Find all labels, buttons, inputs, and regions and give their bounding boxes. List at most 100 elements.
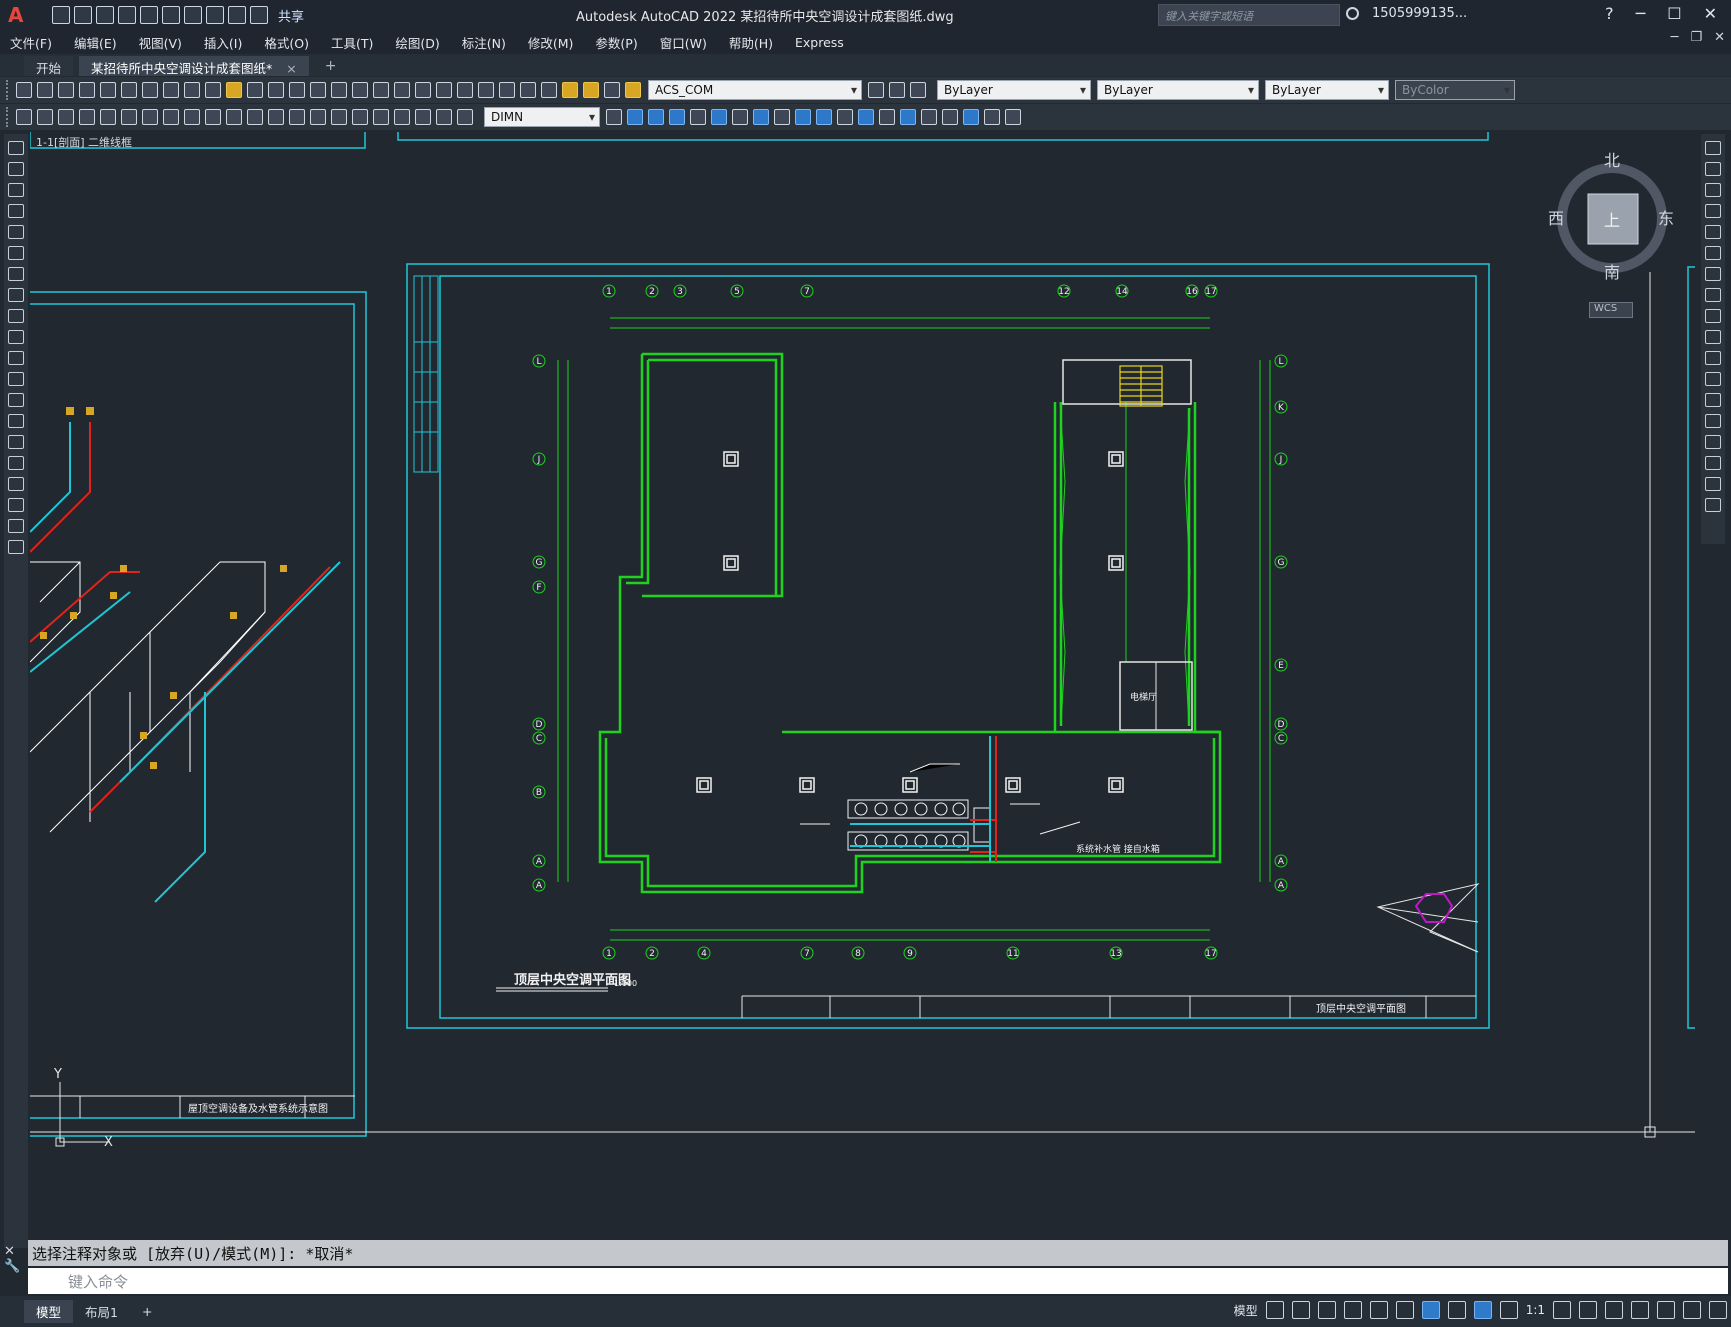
isodraft-icon[interactable] bbox=[1369, 1301, 1388, 1319]
chamfer-icon[interactable] bbox=[900, 109, 916, 125]
menu-express[interactable]: Express bbox=[785, 35, 856, 50]
array-icon[interactable] bbox=[1705, 225, 1721, 239]
match-properties-icon[interactable] bbox=[226, 82, 242, 98]
redo-icon[interactable] bbox=[228, 6, 246, 24]
layer-previous-icon[interactable] bbox=[889, 82, 905, 98]
move-icon[interactable] bbox=[1705, 246, 1721, 260]
dim-jogged-icon[interactable] bbox=[184, 109, 200, 125]
ellipse-icon[interactable] bbox=[8, 330, 24, 344]
join-icon[interactable] bbox=[879, 109, 895, 125]
customization-menu-icon[interactable] bbox=[1709, 1301, 1727, 1319]
annotation-monitor-icon[interactable] bbox=[1579, 1301, 1597, 1319]
circle-icon[interactable] bbox=[8, 267, 24, 281]
command-input[interactable]: 键入命令 bbox=[28, 1268, 1728, 1294]
make-block-icon[interactable] bbox=[8, 393, 24, 407]
save-web-icon[interactable] bbox=[162, 6, 180, 24]
help-icon[interactable] bbox=[520, 82, 536, 98]
dim-ordinate-icon[interactable] bbox=[142, 109, 158, 125]
toolbar-grip[interactable] bbox=[6, 107, 10, 127]
color-dropdown[interactable]: ByLayer bbox=[937, 80, 1091, 100]
menu-window[interactable]: 窗口(W) bbox=[650, 33, 719, 52]
rectangle-icon[interactable] bbox=[8, 225, 24, 239]
layer-dropdown[interactable]: ACS_COM bbox=[648, 80, 862, 100]
break-point-icon[interactable] bbox=[1705, 372, 1721, 386]
object-snap-icon[interactable] bbox=[1421, 1301, 1440, 1319]
menu-help[interactable]: 帮助(H) bbox=[719, 33, 785, 52]
dim-diameter-icon[interactable] bbox=[205, 109, 221, 125]
scale-icon[interactable] bbox=[1705, 288, 1721, 302]
layer-properties-icon[interactable] bbox=[541, 82, 557, 98]
offset-icon[interactable] bbox=[690, 109, 706, 125]
isolate-objects-icon[interactable] bbox=[1657, 1301, 1675, 1319]
spline-icon[interactable] bbox=[8, 309, 24, 323]
menu-dimension[interactable]: 标注(N) bbox=[452, 33, 518, 52]
polygon-icon[interactable] bbox=[8, 204, 24, 218]
open-web-icon[interactable] bbox=[140, 6, 158, 24]
quick-properties-icon[interactable] bbox=[1631, 1301, 1649, 1319]
redo-icon[interactable] bbox=[289, 82, 305, 98]
explode-icon[interactable] bbox=[1705, 498, 1721, 512]
layer-on-icon[interactable] bbox=[562, 82, 578, 98]
inspection-icon[interactable] bbox=[394, 109, 410, 125]
auto-scale-icon[interactable] bbox=[1499, 1301, 1518, 1319]
doc-restore-icon[interactable]: ❐ bbox=[1690, 30, 1702, 45]
units-icon[interactable] bbox=[1605, 1301, 1623, 1319]
layer-freeze-icon[interactable] bbox=[583, 82, 599, 98]
dimstyle-dropdown[interactable]: DIMN bbox=[484, 107, 600, 127]
plotstyle-dropdown[interactable]: ByColor bbox=[1395, 80, 1515, 100]
jogged-linear-icon[interactable] bbox=[415, 109, 431, 125]
3d-dwf-icon[interactable] bbox=[142, 82, 158, 98]
scale-icon[interactable] bbox=[774, 109, 790, 125]
workspace-gear-icon[interactable] bbox=[1553, 1301, 1571, 1319]
point-icon[interactable] bbox=[8, 414, 24, 428]
design-center-icon[interactable] bbox=[415, 82, 431, 98]
construction-line-icon[interactable] bbox=[8, 162, 24, 176]
doc-minimize-icon[interactable]: ─ bbox=[1671, 30, 1679, 45]
dim-break-icon[interactable] bbox=[331, 109, 347, 125]
copy-icon[interactable] bbox=[1705, 162, 1721, 176]
search-input[interactable]: 键入关键字或短语 bbox=[1158, 4, 1340, 26]
menu-tools[interactable]: 工具(T) bbox=[321, 33, 385, 52]
blend-icon[interactable] bbox=[1705, 477, 1721, 491]
customize-icon[interactable]: 🔧 bbox=[4, 1259, 28, 1274]
qnew-icon[interactable] bbox=[16, 82, 32, 98]
ungroup-icon[interactable] bbox=[1005, 109, 1021, 125]
model-tab[interactable]: 模型 bbox=[24, 1300, 74, 1323]
arc-icon[interactable] bbox=[8, 246, 24, 260]
layout1-tab[interactable]: 布局1 bbox=[73, 1300, 130, 1323]
clean-screen-icon[interactable] bbox=[1683, 1301, 1701, 1319]
revision-cloud-icon[interactable] bbox=[8, 288, 24, 302]
open-file-icon[interactable] bbox=[74, 6, 92, 24]
tolerance-icon[interactable] bbox=[352, 109, 368, 125]
properties-icon[interactable] bbox=[394, 82, 410, 98]
save-icon[interactable] bbox=[96, 6, 114, 24]
line-icon[interactable] bbox=[8, 141, 24, 155]
offset-icon[interactable] bbox=[1705, 204, 1721, 218]
plot-icon[interactable] bbox=[184, 6, 202, 24]
tab-close-icon[interactable]: × bbox=[286, 61, 296, 76]
compass-west[interactable]: 西 bbox=[1548, 209, 1564, 228]
menu-modify[interactable]: 修改(M) bbox=[518, 33, 586, 52]
drawing-canvas[interactable]: 1-1[剖面] 二维线框 屋顶空调设备及水管系统示意图 电梯厅 系统补水管 接自… bbox=[30, 132, 1695, 1238]
group-icon[interactable] bbox=[984, 109, 1000, 125]
markup-icon[interactable] bbox=[478, 82, 494, 98]
center-mark-icon[interactable] bbox=[373, 109, 389, 125]
hatch-icon[interactable] bbox=[8, 435, 24, 449]
dim-baseline-icon[interactable] bbox=[268, 109, 284, 125]
plot-preview-icon[interactable] bbox=[100, 82, 116, 98]
polar-icon[interactable] bbox=[1343, 1301, 1362, 1319]
mirror-icon[interactable] bbox=[1705, 183, 1721, 197]
block-editor-icon[interactable] bbox=[247, 82, 263, 98]
zoom-previous-icon[interactable] bbox=[373, 82, 389, 98]
add-layout-button[interactable]: + bbox=[130, 1302, 164, 1321]
draworder-icon[interactable] bbox=[963, 109, 979, 125]
compass-south[interactable]: 南 bbox=[1604, 263, 1620, 282]
zoom-realtime-icon[interactable] bbox=[331, 82, 347, 98]
move-icon[interactable] bbox=[732, 109, 748, 125]
rotate-icon[interactable] bbox=[753, 109, 769, 125]
table-icon[interactable] bbox=[8, 498, 24, 512]
menu-draw[interactable]: 绘图(D) bbox=[385, 33, 451, 52]
dim-style-icon[interactable] bbox=[37, 109, 53, 125]
new-file-icon[interactable] bbox=[52, 6, 70, 24]
dim-aligned-icon[interactable] bbox=[100, 109, 116, 125]
